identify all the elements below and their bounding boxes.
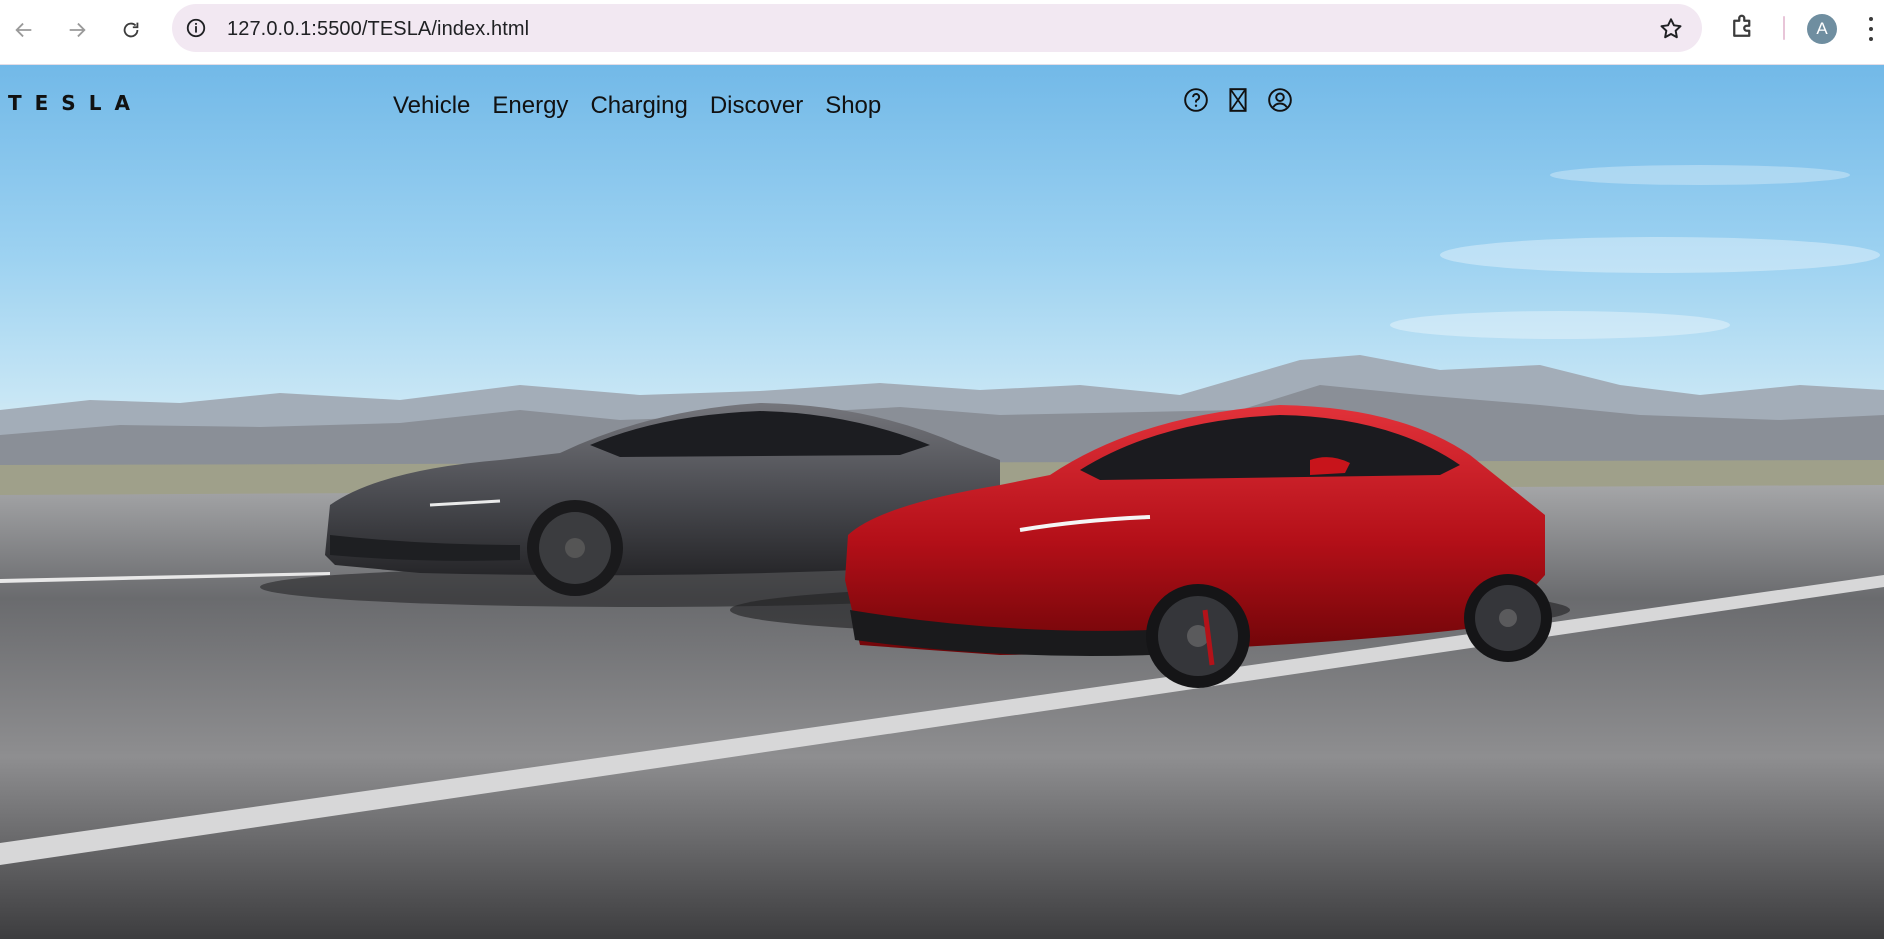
nav-charging[interactable]: Charging: [590, 92, 687, 120]
language-icon[interactable]: [1225, 87, 1251, 113]
reload-icon: [123, 22, 139, 38]
nav-shop[interactable]: Shop: [825, 92, 881, 120]
main-nav: Vehicle Energy Charging Discover Shop: [393, 92, 881, 120]
toolbar-divider: [1783, 16, 1785, 40]
address-bar[interactable]: 127.0.0.1:5500/TESLA/index.html: [172, 4, 1702, 52]
back-button[interactable]: [6, 12, 42, 48]
browser-toolbar: 127.0.0.1:5500/TESLA/index.html A: [0, 0, 1884, 65]
extensions-icon[interactable]: [1728, 12, 1758, 42]
hero-image: [0, 165, 1884, 939]
forward-button[interactable]: [59, 12, 95, 48]
site-info-icon[interactable]: [184, 16, 208, 40]
bookmark-star-icon[interactable]: [1658, 16, 1684, 42]
profile-avatar[interactable]: A: [1807, 14, 1837, 44]
nav-energy[interactable]: Energy: [492, 92, 568, 120]
url-text[interactable]: 127.0.0.1:5500/TESLA/index.html: [227, 18, 529, 41]
more-menu-icon[interactable]: [1866, 14, 1876, 44]
reload-button[interactable]: [113, 12, 149, 48]
back-arrow-icon: [15, 22, 32, 38]
nav-vehicle[interactable]: Vehicle: [393, 92, 470, 120]
help-icon[interactable]: [1183, 87, 1209, 113]
account-icon[interactable]: [1267, 87, 1293, 113]
tesla-logo[interactable]: TESLA: [8, 91, 143, 115]
nav-discover[interactable]: Discover: [710, 92, 803, 120]
utility-icons: [1183, 87, 1293, 113]
forward-arrow-icon: [69, 22, 86, 38]
hero-section: TESLA Vehicle Energy Charging Discover S…: [0, 65, 1884, 939]
